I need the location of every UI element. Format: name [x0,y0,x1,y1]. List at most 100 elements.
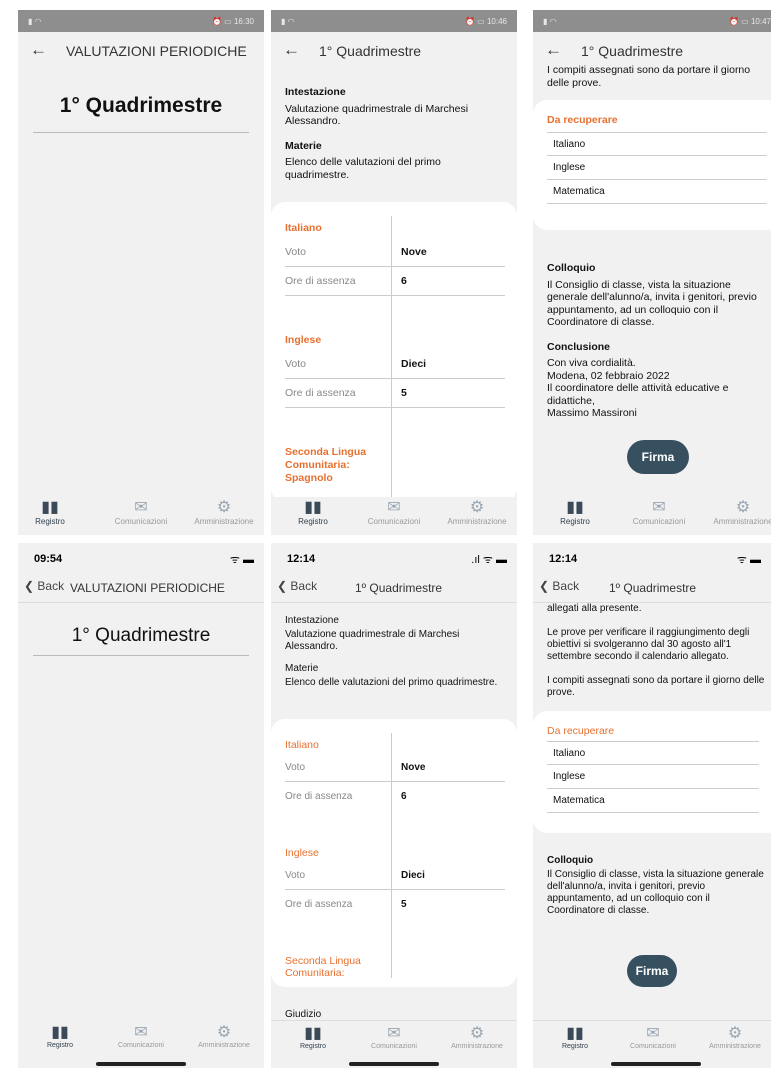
status-time: ⏰ ▭ 10:46 [465,17,507,26]
back-button[interactable]: ❮ Back [24,579,64,593]
tab-registro[interactable]: ▮▮ Registro [535,1025,615,1050]
book-icon: ▮▮ [304,499,322,516]
tab-amministrazione[interactable]: ⚙ Amministrazione [437,499,517,526]
envelope-icon: ✉ [387,1025,401,1042]
back-button[interactable]: ❮ Back [277,579,317,593]
gear-icon: ⚙ [469,1025,485,1042]
gear-icon: ⚙ [735,499,751,516]
intestazione-text: Valutazione quadrimestrale di Marchesi A… [285,629,460,652]
tab-comunicazioni[interactable]: ✉ Comunicazioni [101,499,181,526]
tab-registro[interactable]: ▮▮ Registro [273,1025,353,1050]
tab-amministrazione[interactable]: ⚙ Amministrazione [703,499,771,526]
recover-list: Da recuperare Italiano Inglese Matematic… [547,114,767,204]
materie-label: Materie [285,139,322,152]
home-indicator[interactable] [96,1062,186,1066]
envelope-icon: ✉ [646,1025,660,1042]
gear-icon: ⚙ [216,499,232,516]
home-indicator[interactable] [611,1062,701,1066]
page-title: VALUTAZIONI PERIODICHE [70,581,225,595]
sign-button[interactable]: Firma [627,440,689,474]
list-item: Inglese [547,765,759,789]
tab-comunicazioni[interactable]: ✉ Comunicazioni [101,1024,181,1049]
page-title: 1° Quadrimestre [581,43,684,59]
status-bar: ▮ ◠ ⏰ ▭ 16:30 [18,10,264,32]
tab-comunicazioni[interactable]: ✉ Comunicazioni [354,1025,434,1050]
tab-registro[interactable]: ▮▮ Registro [18,499,90,526]
tasks-text: I compiti assegnati sono da portare il g… [547,64,751,89]
conclusione-label: Conclusione [547,340,611,353]
list-item: Matematica [547,180,767,204]
tab-bar: ▮▮ Registro ✉ Comunicazioni ⚙ Amministrazio… [271,497,517,535]
materie-label: Materie [285,663,319,674]
recover-title: Da recuperare [547,114,618,126]
table-row: Ore di assenza 5 [285,379,505,408]
status-time: ⏰ ▭ 10:47 [729,17,771,26]
scrolled-text: allegati alla presente. Le prove per ver… [547,603,767,699]
conclusione-line: Con viva cordialità. [547,357,636,369]
book-icon: ▮▮ [566,499,584,516]
wifi-battery-icon: .ıl ᯤ ▬ [471,554,507,566]
tab-bar: ▮▮ Registro ✉ Comunicazioni ⚙ Amministrazio… [533,1020,771,1068]
tab-amministrazione[interactable]: ⚙ Amministrazione [184,499,264,526]
list-item: Italiano [547,741,759,765]
intestazione-text: Valutazione quadrimestrale di Marchesi A… [285,102,469,128]
tab-bar: ▮▮ Registro ✉ Comunicazioni ⚙ Amministrazio… [18,1020,264,1068]
table-row: Ore di assenza 6 [285,267,505,296]
list-item: Matematica [547,789,759,813]
header: ❮ Back 1º Quadrimestre [533,573,771,603]
table-row: Voto Dieci [285,861,505,890]
tab-registro[interactable]: ▮▮ Registro [20,1024,100,1049]
tab-amministrazione[interactable]: ⚙ Amministrazione [437,1025,517,1050]
materie-text: Elenco delle valutazioni del primo quadr… [285,156,441,181]
header: ← VALUTAZIONI PERIODICHE [18,32,264,70]
grades-table: Italiano Voto Nove Ore di assenza 6 Ingles… [285,222,505,485]
home-indicator[interactable] [349,1062,439,1066]
envelope-icon: ✉ [387,499,401,516]
status-bar: 09:54 ᯤ ▬ [18,543,264,573]
page-title: VALUTAZIONI PERIODICHE [66,43,247,59]
tab-amministrazione[interactable]: ⚙ Amministrazione [184,1024,264,1049]
envelope-icon: ✉ [134,1024,148,1041]
back-button[interactable]: ❮ Back [539,579,579,593]
colloquio-label: Colloquio [547,855,594,866]
header: ← 1° Quadrimestre [271,32,517,70]
scrolled-text: I compiti assegnati sono da portare il g… [547,64,767,89]
status-time: ⏰ ▭ 16:30 [212,17,254,26]
status-bar: ▮ ◠ ⏰ ▭ 10:47 [533,10,771,32]
tab-comunicazioni[interactable]: ✉ Comunicazioni [613,1025,693,1050]
sign-button[interactable]: Firma [627,955,677,987]
grades-card: Italiano Voto Nove Ore di assenza 6 Ingles… [271,202,517,506]
tab-comunicazioni[interactable]: ✉ Comunicazioni [619,499,699,526]
period-title[interactable]: 1° Quadrimestre [18,625,264,647]
colloquio-label: Colloquio [547,262,596,274]
tab-registro[interactable]: ▮▮ Registro [273,499,353,526]
colloquio-text: Il Consiglio di classe, vista la situazi… [547,278,757,329]
signal-icon: ▮ ◠ [281,17,295,26]
tab-bar: ▮▮ Registro ✉ Comunicazioni ⚙ Amministrazio… [18,497,264,535]
table-row: Ore di assenza 5 [285,899,407,910]
book-icon: ▮▮ [566,1025,584,1042]
envelope-icon: ✉ [652,499,666,516]
text-block: allegati alla presente. [547,603,642,614]
grades-table: Italiano Voto Nove Ore di assenza 6 Ingles… [285,739,505,979]
status-bar: 12:14 ᯤ ▬ [533,543,771,573]
subject-name: Seconda Lingua Comunitaria: [285,955,361,979]
book-icon: ▮▮ [51,1024,69,1041]
list-item: Italiano [547,132,767,156]
divider [33,655,249,656]
conclusione-line: Il coordinatore delle attività educative… [547,382,729,407]
book-icon: ▮▮ [304,1025,322,1042]
gear-icon: ⚙ [727,1025,743,1042]
tab-amministrazione[interactable]: ⚙ Amministrazione [695,1025,771,1050]
back-arrow-icon[interactable]: ← [30,40,47,60]
wifi-battery-icon: ᯤ ▬ [736,554,761,566]
tab-registro[interactable]: ▮▮ Registro [535,499,615,526]
back-arrow-icon[interactable]: ← [283,40,300,60]
wifi-battery-icon: ᯤ ▬ [229,554,254,566]
page-title: 1º Quadrimestre [355,581,443,595]
tab-comunicazioni[interactable]: ✉ Comunicazioni [354,499,434,526]
status-bar: ▮ ◠ ⏰ ▭ 10:46 [271,10,517,32]
book-icon: ▮▮ [41,499,59,516]
period-title[interactable]: 1° Quadrimestre [18,94,264,118]
back-arrow-icon[interactable]: ← [545,40,562,60]
